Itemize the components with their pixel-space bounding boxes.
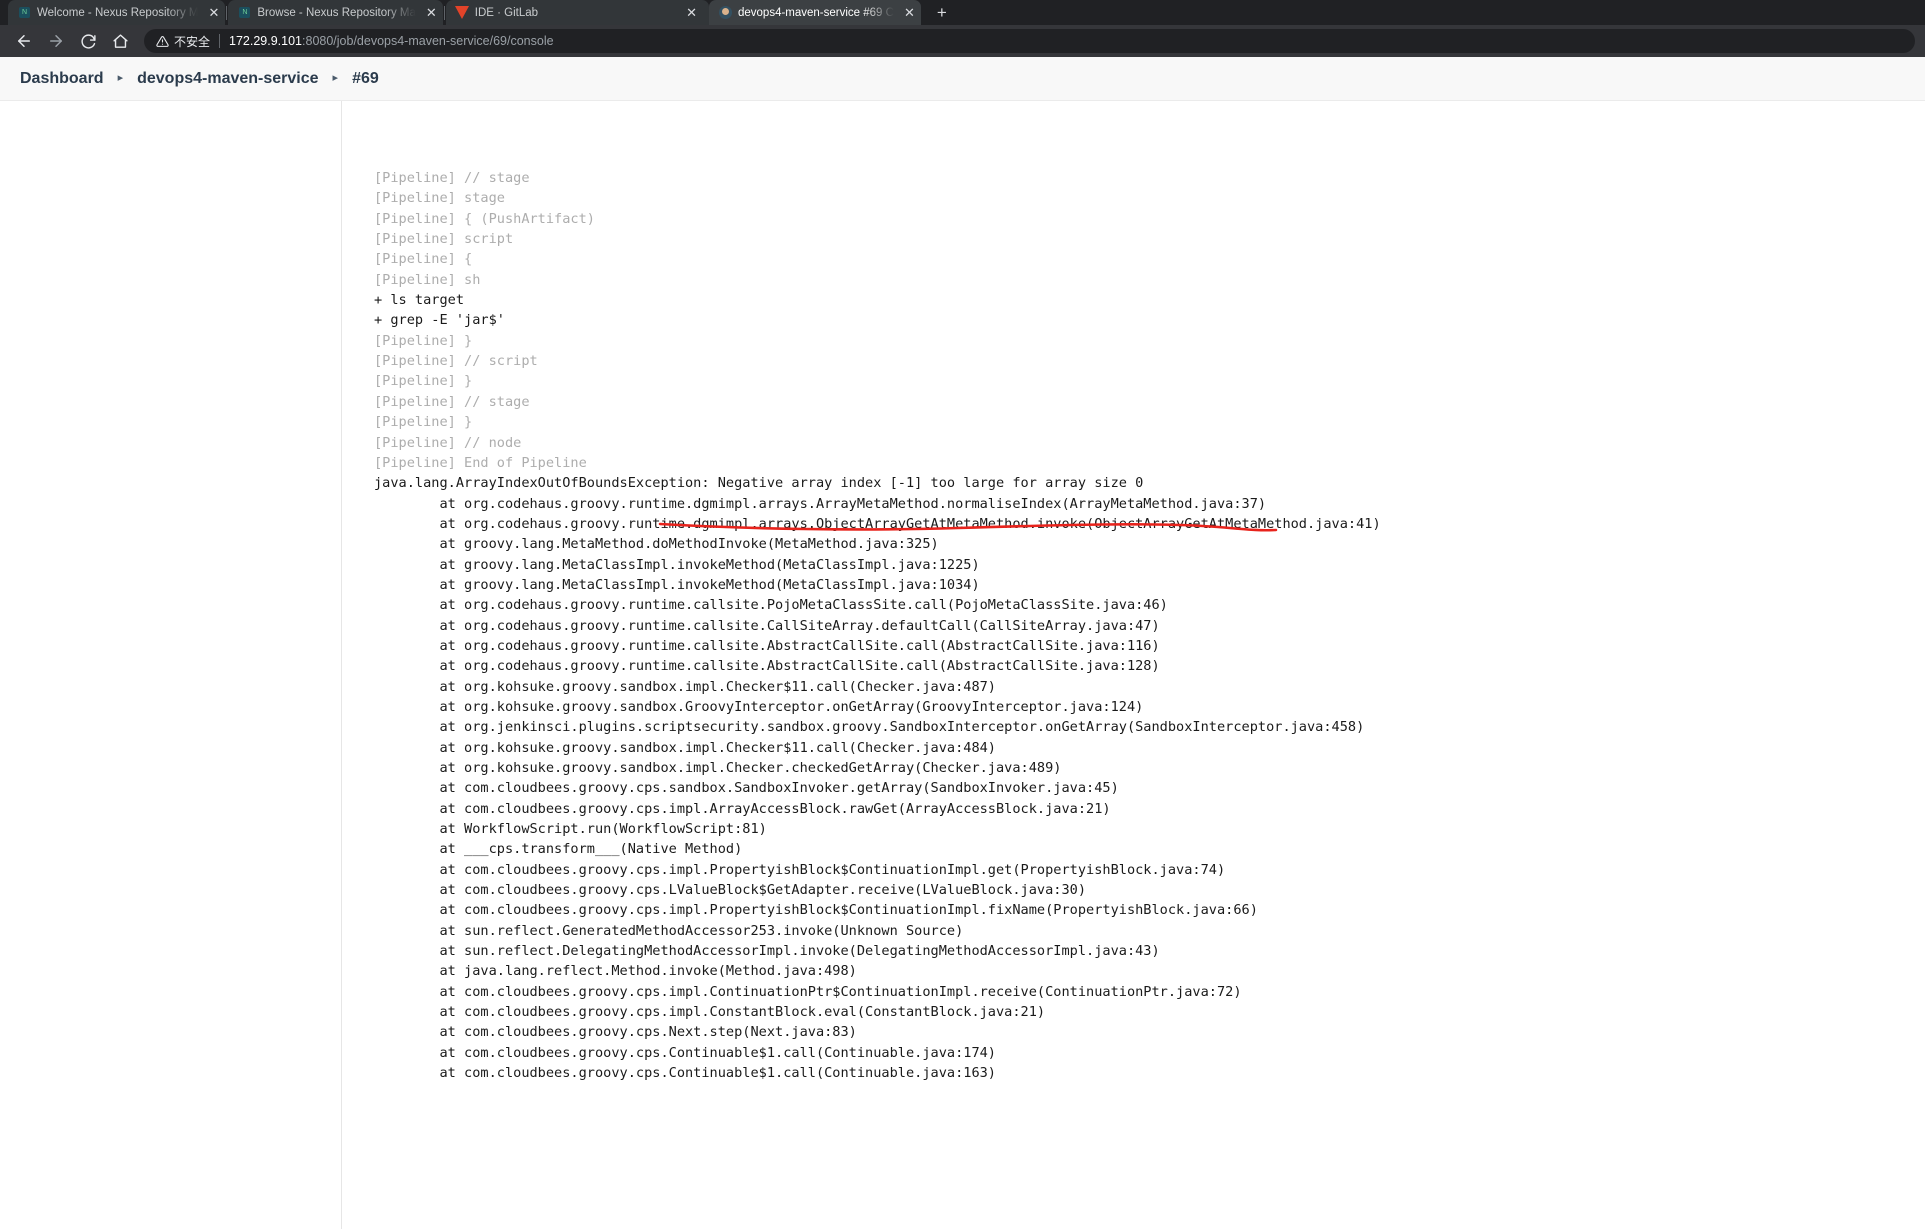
console-log-line: at org.jenkinsci.plugins.scriptsecurity.… <box>374 719 1365 736</box>
insecure-site-indicator[interactable]: 不安全 <box>156 33 210 50</box>
chevron-right-icon: ▸ <box>117 72 124 84</box>
console-log-line: at sun.reflect.DelegatingMethodAccessorI… <box>374 943 1160 960</box>
breadcrumb-item-job[interactable]: devops4-maven-service <box>137 70 318 88</box>
console-log-line: at com.cloudbees.groovy.cps.impl.Continu… <box>374 983 1242 1000</box>
console-log-line: at com.cloudbees.groovy.cps.impl.ArrayAc… <box>374 800 1111 817</box>
console-log-line: at com.cloudbees.groovy.cps.LValueBlock$… <box>374 882 1087 899</box>
console-log-line: at org.kohsuke.groovy.sandbox.impl.Check… <box>374 760 1062 776</box>
browser-tab-1[interactable]: N Welcome - Nexus Repository M ✕ <box>8 0 226 25</box>
browser-tab-title: Welcome - Nexus Repository M <box>37 6 199 19</box>
console-log-line: [Pipeline] stage <box>374 190 505 207</box>
console-log-line: at com.cloudbees.groovy.cps.Continuable$… <box>374 1065 996 1082</box>
chevron-right-icon: ▸ <box>332 72 339 84</box>
browser-chrome: N Welcome - Nexus Repository M ✕ N Brows… <box>0 0 1925 57</box>
close-icon[interactable]: ✕ <box>904 6 915 19</box>
console-log-line: at groovy.lang.MetaClassImpl.invokeMetho… <box>374 576 980 593</box>
url-display: 172.29.9.101:8080/job/devops4-maven-serv… <box>229 34 554 48</box>
forward-icon[interactable] <box>42 27 70 55</box>
breadcrumb-item-build[interactable]: #69 <box>352 70 379 88</box>
tab-divider <box>226 6 228 20</box>
browser-tab-title: devops4-maven-service #69 C <box>737 6 894 19</box>
breadcrumb: Dashboard ▸ devops4-maven-service ▸ #69 <box>0 57 1925 101</box>
insecure-site-label: 不安全 <box>174 34 211 49</box>
browser-tab-4[interactable]: devops4-maven-service #69 C ✕ <box>708 0 921 25</box>
close-icon[interactable]: ✕ <box>208 6 219 19</box>
browser-tab-3[interactable]: IDE · GitLab ✕ <box>445 0 709 25</box>
console-log-line: [Pipeline] { <box>374 251 473 268</box>
tab-strip: N Welcome - Nexus Repository M ✕ N Brows… <box>0 0 1925 25</box>
close-icon[interactable]: ✕ <box>426 6 437 19</box>
jenkins-icon <box>718 6 732 19</box>
navigation-bar: 不安全 172.29.9.101:8080/job/devops4-maven-… <box>0 25 1925 57</box>
console-log-line: [Pipeline] End of Pipeline <box>374 454 587 471</box>
console-log-line: [Pipeline] // node <box>374 434 522 451</box>
console-log-line: at com.cloudbees.groovy.cps.impl.Propert… <box>374 861 1226 878</box>
console-log-line: [Pipeline] // stage <box>374 170 530 187</box>
console-log-line: at com.cloudbees.groovy.cps.sandbox.Sand… <box>374 780 1119 797</box>
nexus-icon: N <box>18 6 31 19</box>
browser-tab-title: Browse - Nexus Repository Ma <box>257 6 416 19</box>
console-log-line: at com.cloudbees.groovy.cps.impl.Constan… <box>374 1004 1046 1021</box>
gitlab-icon <box>455 6 470 19</box>
console-log-line: java.lang.ArrayIndexOutOfBoundsException… <box>374 475 1144 492</box>
console-log-line: at org.codehaus.groovy.runtime.callsite.… <box>374 617 1160 634</box>
tab-divider <box>443 6 445 20</box>
address-bar[interactable]: 不安全 172.29.9.101:8080/job/devops4-maven-… <box>144 29 1915 53</box>
sidebar-rail <box>0 101 342 1229</box>
console-area: [Pipeline] // stage [Pipeline] stage [Pipe… <box>0 101 1925 1229</box>
console-log-line: at org.codehaus.groovy.runtime.callsite.… <box>374 658 1160 675</box>
console-log-line: + grep -E 'jar$' <box>374 312 505 329</box>
browser-tab-title: IDE · GitLab <box>474 6 539 19</box>
console-log-line: at ___cps.transform___(Native Method) <box>374 841 743 858</box>
console-log-line: at WorkflowScript.run(WorkflowScript:81) <box>374 821 767 838</box>
console-log-line: [Pipeline] // stage <box>374 393 530 410</box>
console-log-line: at java.lang.reflect.Method.invoke(Metho… <box>374 963 857 980</box>
console-log-line: [Pipeline] script <box>374 231 514 248</box>
home-icon[interactable] <box>106 27 134 55</box>
url-path: :8080/job/devops4-maven-service/69/conso… <box>302 34 554 48</box>
omnibox-divider <box>219 34 221 48</box>
console-log-line: at org.kohsuke.groovy.sandbox.impl.Check… <box>374 678 996 695</box>
console-log-line: [Pipeline] } <box>374 414 473 431</box>
console-log-line: at groovy.lang.MetaMethod.doMethodInvoke… <box>374 536 939 553</box>
console-log-line: at com.cloudbees.groovy.cps.Continuable$… <box>374 1044 996 1061</box>
jenkins-page: Dashboard ▸ devops4-maven-service ▸ #69 … <box>0 57 1925 1230</box>
console-log-line: [Pipeline] } <box>374 332 473 349</box>
console-log-line: [Pipeline] sh <box>374 271 481 288</box>
console-log-line: at org.codehaus.groovy.runtime.callsite.… <box>374 597 1168 614</box>
console-log-line: + ls target <box>374 292 465 309</box>
nexus-icon: N <box>238 6 251 19</box>
console-log-line: at com.cloudbees.groovy.cps.Next.step(Ne… <box>374 1024 857 1041</box>
console-log-line: at sun.reflect.GeneratedMethodAccessor25… <box>374 922 964 939</box>
console-log-line: at org.kohsuke.groovy.sandbox.impl.Check… <box>374 739 996 756</box>
new-tab-icon[interactable]: + <box>931 2 953 22</box>
url-host: 172.29.9.101 <box>229 34 303 48</box>
console-output[interactable]: [Pipeline] // stage [Pipeline] stage [Pipe… <box>342 101 1925 1229</box>
console-log-line: at com.cloudbees.groovy.cps.impl.Propert… <box>374 902 1258 919</box>
console-log-line: at org.codehaus.groovy.runtime.dgmimpl.a… <box>374 515 1381 532</box>
reload-icon[interactable] <box>74 27 102 55</box>
console-log-line: at org.codehaus.groovy.runtime.callsite.… <box>374 637 1160 654</box>
back-icon[interactable] <box>10 27 38 55</box>
console-log-line: [Pipeline] { (PushArtifact) <box>374 210 595 227</box>
browser-tab-2[interactable]: N Browse - Nexus Repository Ma ✕ <box>228 0 443 25</box>
console-log-line: [Pipeline] // script <box>374 353 538 370</box>
console-log-line: [Pipeline] } <box>374 373 473 390</box>
close-icon[interactable]: ✕ <box>686 6 697 19</box>
warning-triangle-icon <box>156 35 169 48</box>
console-log-line: at org.kohsuke.groovy.sandbox.GroovyInte… <box>374 698 1144 715</box>
console-log-line: at org.codehaus.groovy.runtime.dgmimpl.a… <box>374 495 1267 512</box>
breadcrumb-item-dashboard[interactable]: Dashboard <box>20 70 104 88</box>
console-log-line: at groovy.lang.MetaClassImpl.invokeMetho… <box>374 556 980 573</box>
